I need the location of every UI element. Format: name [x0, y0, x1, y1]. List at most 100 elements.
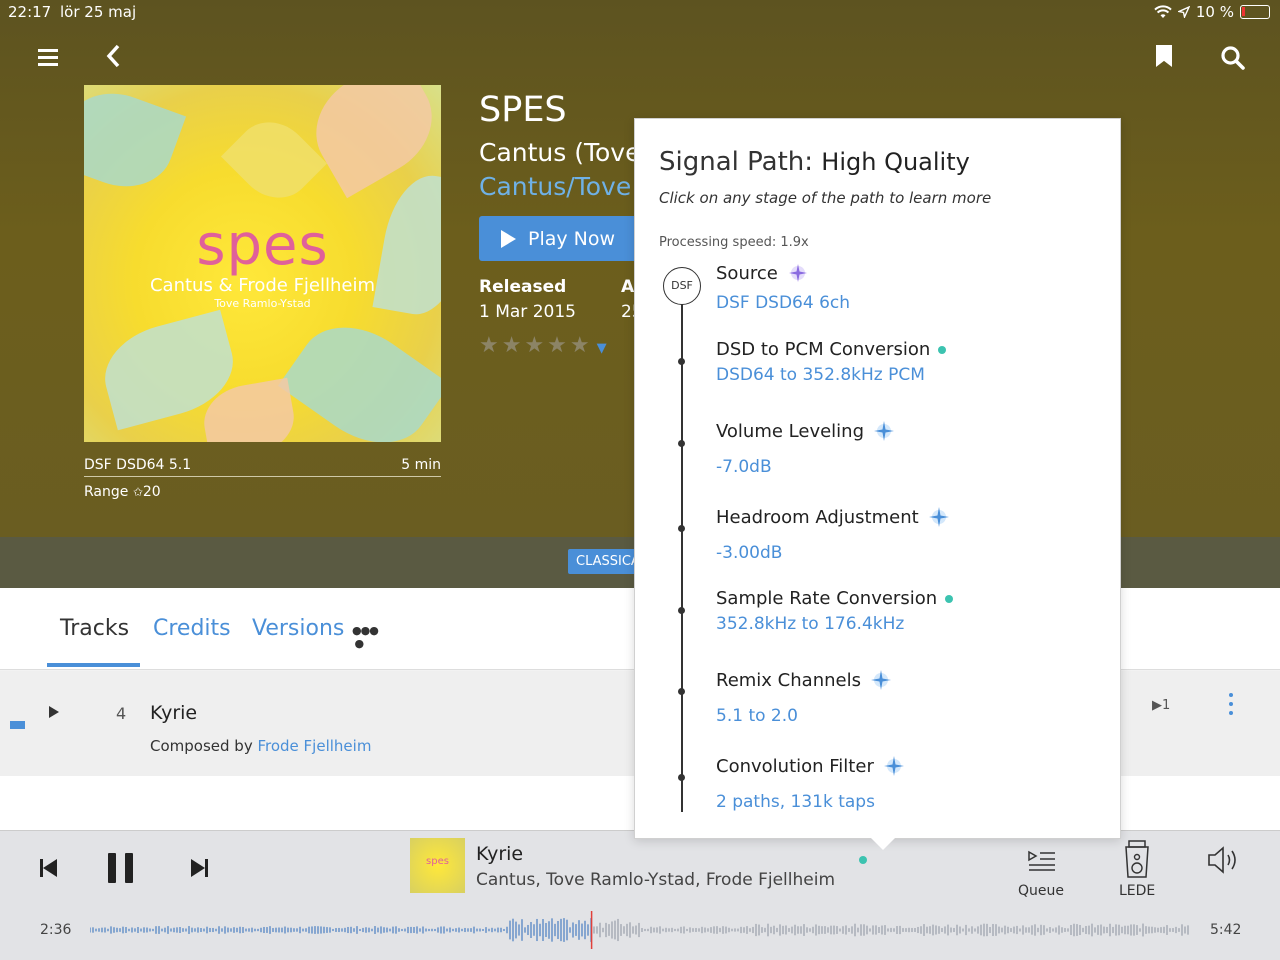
stage-value: 2 paths, 131k taps: [716, 792, 875, 812]
previous-track-icon[interactable]: [40, 859, 58, 881]
track-name[interactable]: Kyrie: [150, 702, 197, 724]
artist-link-tove[interactable]: Tove: [575, 172, 632, 201]
stage-headroom-adjustment[interactable]: Headroom Adjustment -3.00dB: [716, 505, 951, 563]
stage-value: -3.00dB: [716, 543, 783, 563]
track-number: 4: [116, 704, 127, 723]
duration-label: 5 min: [401, 457, 441, 473]
location-arrow-icon: [1177, 6, 1190, 18]
blue-sparkle-icon: [883, 756, 904, 776]
stage-value: 352.8kHz to 176.4kHz: [716, 614, 905, 634]
status-time: 22:17: [8, 3, 52, 21]
signal-path-line: [681, 304, 683, 812]
processing-speed: Processing speed: 1.9x: [659, 235, 809, 250]
stage-name: DSD to PCM Conversion: [716, 339, 931, 360]
zone-label[interactable]: LEDE: [1119, 883, 1155, 899]
battery-percent: 10 %: [1195, 3, 1234, 21]
rating-stars[interactable]: ★★★★★ ▼: [479, 333, 610, 358]
queue-label[interactable]: Queue: [1018, 883, 1064, 899]
stage-remix-channels[interactable]: Remix Channels 5.1 to 2.0: [716, 668, 893, 726]
signal-path-heading: Signal Path:: [659, 147, 814, 177]
pause-icon[interactable]: [108, 853, 142, 887]
stage-value: DSF DSD64 6ch: [716, 293, 851, 313]
cover-subtitle: Tove Ramlo-Ystad: [214, 297, 311, 310]
teal-dot-icon: [945, 594, 954, 603]
menu-icon[interactable]: [38, 49, 58, 66]
now-playing-thumbnail[interactable]: spes: [410, 838, 465, 893]
stage-name: Sample Rate Conversion: [716, 588, 938, 609]
album-cover[interactable]: spes Cantus & Frode Fjellheim Tove Ramlo…: [84, 85, 441, 442]
format-info: DSF DSD64 5.1 5 min Range ✩20: [84, 457, 441, 500]
blue-sparkle-icon: [928, 507, 949, 527]
stage-node: [678, 607, 685, 614]
stage-node: [678, 525, 685, 532]
stage-sample-rate-conversion[interactable]: Sample Rate Conversion 352.8kHz to 176.4…: [716, 588, 954, 634]
released-label: Released: [479, 277, 567, 297]
stage-source[interactable]: Source DSF DSD64 6ch: [716, 261, 851, 314]
artist-link-cantus[interactable]: Cantus: [479, 172, 566, 201]
album-artist: Cantus (Tove: [479, 138, 641, 167]
track-duration: 5:42: [1210, 922, 1242, 938]
stage-name: Source: [716, 262, 778, 284]
cover-artists: Cantus & Frode Fjellheim: [149, 275, 376, 296]
signal-quality: High Quality: [821, 148, 970, 176]
tab-versions[interactable]: Versions: [252, 616, 344, 641]
play-count: ▶1: [1152, 698, 1171, 713]
now-playing-bars-icon: [10, 721, 25, 729]
composer-link[interactable]: Frode Fjellheim: [257, 737, 371, 755]
status-bar: 22:17 lör 25 maj 10 %: [0, 0, 1280, 26]
rating-dropdown-icon[interactable]: ▼: [597, 341, 610, 356]
speaker-zone-icon[interactable]: [1124, 839, 1150, 883]
stage-node: [678, 440, 685, 447]
play-now-label: Play Now: [528, 227, 616, 250]
more-options-icon[interactable]: [1229, 693, 1235, 720]
source-badge-icon[interactable]: DSF: [663, 267, 701, 305]
composed-by-label: Composed by: [150, 737, 253, 755]
track-composer: Composed by Frode Fjellheim: [150, 737, 371, 755]
purple-sparkle-icon: [788, 264, 807, 282]
play-icon: [501, 229, 516, 248]
range-label: Range: [84, 484, 129, 500]
signal-path-subtitle: Click on any stage of the path to learn …: [659, 189, 992, 207]
star-icons[interactable]: ★★★★★: [479, 333, 593, 358]
signal-path-title: Signal Path: High Quality: [659, 147, 970, 177]
queue-icon[interactable]: [1028, 849, 1056, 875]
elapsed-time: 2:36: [40, 922, 72, 938]
blue-sparkle-icon: [870, 670, 891, 690]
stage-dsd-to-pcm[interactable]: DSD to PCM Conversion DSD64 to 352.8kHz …: [716, 339, 947, 385]
artist-link-separator: /: [566, 172, 575, 201]
artist-links: Cantus/Tove: [479, 172, 631, 201]
stage-value: -7.0dB: [716, 457, 772, 477]
volume-icon[interactable]: [1207, 845, 1241, 879]
blue-sparkle-icon: [874, 421, 895, 441]
stage-node: [678, 774, 685, 781]
range-value: 20: [142, 484, 161, 500]
track-play-icon[interactable]: [49, 706, 59, 718]
signal-path-indicator[interactable]: [859, 856, 867, 864]
status-right: 10 %: [1154, 3, 1270, 21]
signal-path-popup: Signal Path: High Quality Click on any s…: [634, 118, 1121, 850]
versions-dots-icon: ●●● ●: [352, 624, 379, 650]
player-bar: spes Kyrie Cantus, Tove Ramlo-Ystad, Fro…: [0, 830, 1280, 960]
stage-name: Headroom Adjustment: [716, 506, 919, 528]
tab-tracks[interactable]: Tracks: [60, 616, 129, 641]
active-tab-indicator: [47, 663, 140, 667]
stage-value: 5.1 to 2.0: [716, 706, 798, 726]
range-icon: ✩: [132, 485, 143, 499]
play-now-button[interactable]: Play Now: [479, 216, 639, 261]
stage-convolution-filter[interactable]: Convolution Filter 2 paths, 131k taps: [716, 754, 906, 812]
now-playing-artists[interactable]: Cantus, Tove Ramlo-Ystad, Frode Fjellhei…: [476, 870, 835, 890]
stage-node: [678, 688, 685, 695]
format-label: DSF DSD64 5.1: [84, 457, 192, 473]
stage-volume-leveling[interactable]: Volume Leveling -7.0dB: [716, 419, 896, 477]
status-date: lör 25 maj: [60, 3, 137, 21]
released-value: 1 Mar 2015: [479, 302, 576, 322]
next-track-icon[interactable]: [190, 859, 208, 881]
now-playing-title[interactable]: Kyrie: [476, 843, 523, 865]
waveform-seek-bar[interactable]: [90, 911, 1190, 949]
search-icon[interactable]: [1220, 45, 1246, 75]
tab-credits[interactable]: Credits: [153, 616, 231, 641]
stage-value: DSD64 to 352.8kHz PCM: [716, 365, 925, 385]
stage-name: Volume Leveling: [716, 420, 865, 442]
teal-dot-icon: [938, 345, 947, 354]
back-chevron-icon[interactable]: [106, 44, 120, 75]
